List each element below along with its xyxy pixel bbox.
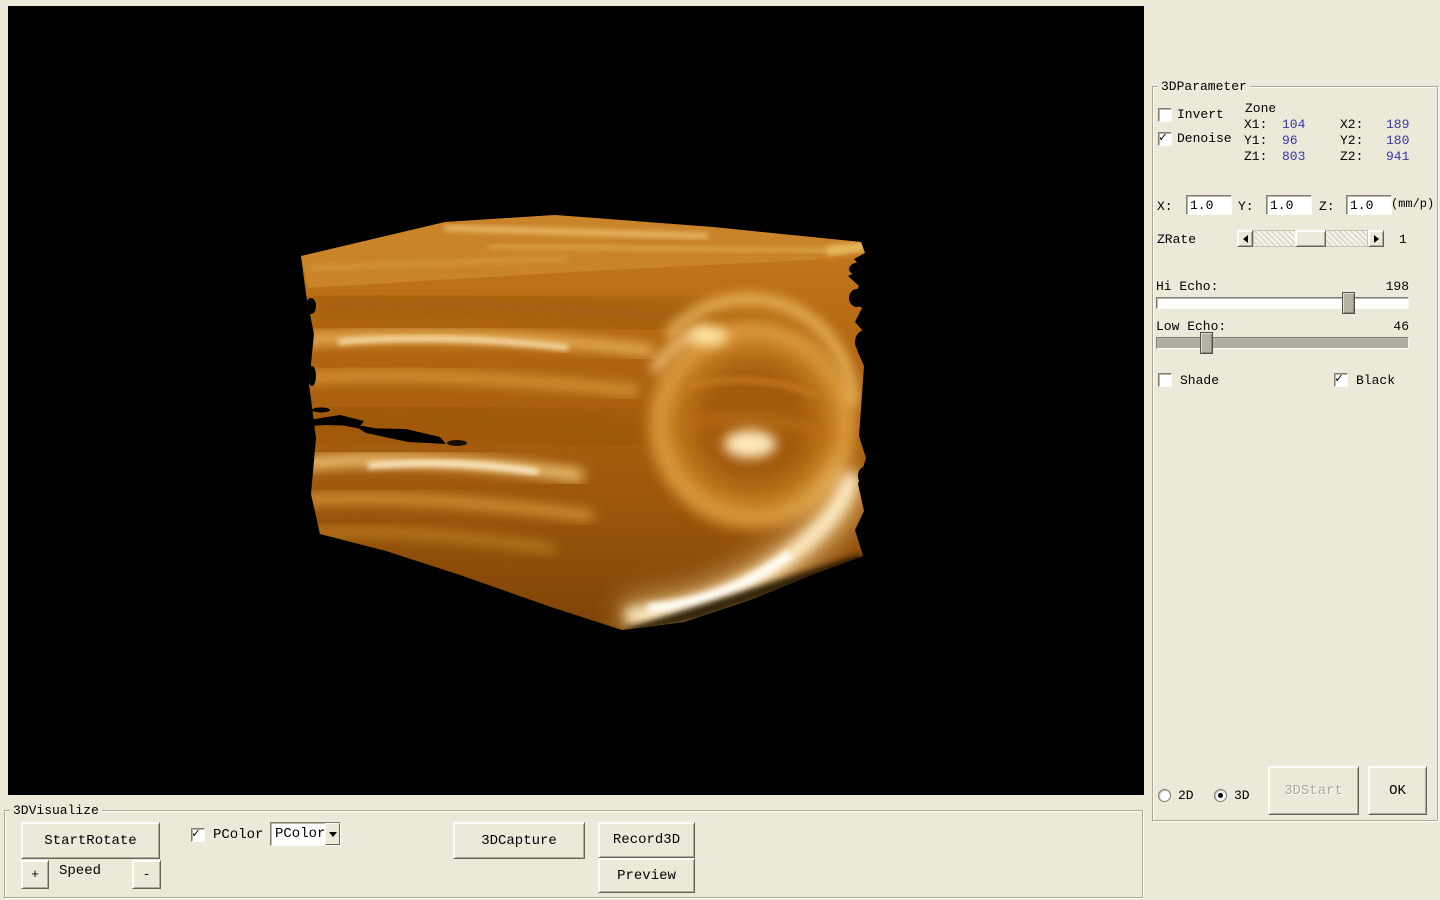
hi-echo-value: 198 <box>1386 279 1409 294</box>
scale-x-label: X: <box>1157 199 1173 214</box>
scale-x-input[interactable] <box>1186 195 1232 215</box>
arrow-left-icon <box>1243 235 1248 243</box>
scale-z-input[interactable] <box>1346 195 1392 215</box>
zone-x1-value: 104 <box>1282 117 1340 133</box>
zone-x1-label: X1: <box>1244 117 1282 133</box>
hi-echo-label: Hi Echo: <box>1156 279 1218 294</box>
record-3d-button[interactable]: Record3D <box>598 822 695 858</box>
parameter-panel: 3DParameter Invert Denoise Zone X1: 104 … <box>1152 86 1438 821</box>
hi-echo-slider-thumb[interactable] <box>1342 292 1355 314</box>
zone-y1-label: Y1: <box>1244 133 1282 149</box>
scale-y-label: Y: <box>1238 199 1254 214</box>
ok-button[interactable]: OK <box>1368 766 1427 815</box>
invert-label: Invert <box>1177 107 1224 122</box>
mode-2d-label: 2D <box>1178 788 1194 803</box>
zrate-scroll-thumb[interactable] <box>1295 230 1326 247</box>
capture-3d-button[interactable]: 3DCapture <box>453 822 585 859</box>
low-echo-slider-track[interactable] <box>1156 337 1409 349</box>
shade-label: Shade <box>1180 373 1219 388</box>
zone-x2-value: 189 <box>1386 117 1430 133</box>
invert-checkbox[interactable] <box>1158 108 1172 122</box>
pcolor-dropdown-button[interactable] <box>325 823 340 845</box>
visualize-panel-title: 3DVisualize <box>10 803 102 818</box>
zone-z1-value: 803 <box>1282 149 1340 165</box>
mode-3d-radio[interactable] <box>1214 789 1227 802</box>
shade-checkbox[interactable] <box>1158 373 1172 387</box>
zone-x2-label: X2: <box>1340 117 1386 133</box>
pcolor-dropdown[interactable]: PColor <box>270 822 341 846</box>
zone-z2-label: Z2: <box>1340 149 1386 165</box>
black-checkbox[interactable] <box>1334 373 1348 387</box>
low-echo-value: 46 <box>1393 319 1409 334</box>
render-viewport[interactable] <box>8 6 1144 795</box>
zone-z2-value: 941 <box>1386 149 1430 165</box>
app-window: { "window": { "background": "#ece9d8", "… <box>0 0 1440 900</box>
zone-y1-value: 96 <box>1282 133 1340 149</box>
hi-echo-row: Hi Echo: 198 <box>1156 279 1409 294</box>
low-echo-slider-thumb[interactable] <box>1200 332 1213 354</box>
scale-y-input[interactable] <box>1266 195 1312 215</box>
speed-plus-button[interactable]: + <box>21 860 49 889</box>
mode-3d-label: 3D <box>1234 788 1250 803</box>
hi-echo-slider-track[interactable] <box>1156 297 1409 309</box>
pcolor-checkbox[interactable] <box>191 828 205 842</box>
mode-2d-radio[interactable] <box>1158 789 1171 802</box>
scale-z-label: Z: <box>1319 199 1335 214</box>
low-echo-label: Low Echo: <box>1156 319 1226 334</box>
pcolor-label: PColor <box>213 828 263 843</box>
zone-y2-label: Y2: <box>1340 133 1386 149</box>
pcolor-dropdown-value: PColor <box>271 826 325 842</box>
zrate-scroll-left-button[interactable] <box>1237 230 1253 247</box>
visualize-panel: 3DVisualize StartRotate PColor PColor 3D… <box>4 810 1143 898</box>
zrate-label: ZRate <box>1157 232 1196 247</box>
zone-values: X1: 104 X2: 189 Y1: 96 Y2: 180 Z1: 803 Z… <box>1244 117 1434 165</box>
zone-y2-value: 180 <box>1386 133 1430 149</box>
denoise-label: Denoise <box>1177 131 1232 146</box>
parameter-panel-title: 3DParameter <box>1158 79 1250 94</box>
denoise-checkbox[interactable] <box>1158 132 1172 146</box>
volume-render-3d <box>8 6 1144 795</box>
zrate-value: 1 <box>1399 232 1407 247</box>
zrate-scrollbar <box>1237 230 1384 247</box>
black-label: Black <box>1356 373 1395 388</box>
zone-title: Zone <box>1245 101 1276 116</box>
arrow-right-icon <box>1374 235 1379 243</box>
scale-unit-label: (mm/p) <box>1391 197 1434 212</box>
start-rotate-button[interactable]: StartRotate <box>21 822 160 859</box>
preview-button[interactable]: Preview <box>598 858 695 893</box>
chevron-down-icon <box>329 832 337 837</box>
speed-minus-button[interactable]: - <box>132 860 161 889</box>
low-echo-row: Low Echo: 46 <box>1156 319 1409 334</box>
start-3d-button: 3DStart <box>1268 766 1359 815</box>
speed-label: Speed <box>59 864 101 879</box>
zone-z1-label: Z1: <box>1244 149 1282 165</box>
zrate-scroll-right-button[interactable] <box>1368 230 1384 247</box>
